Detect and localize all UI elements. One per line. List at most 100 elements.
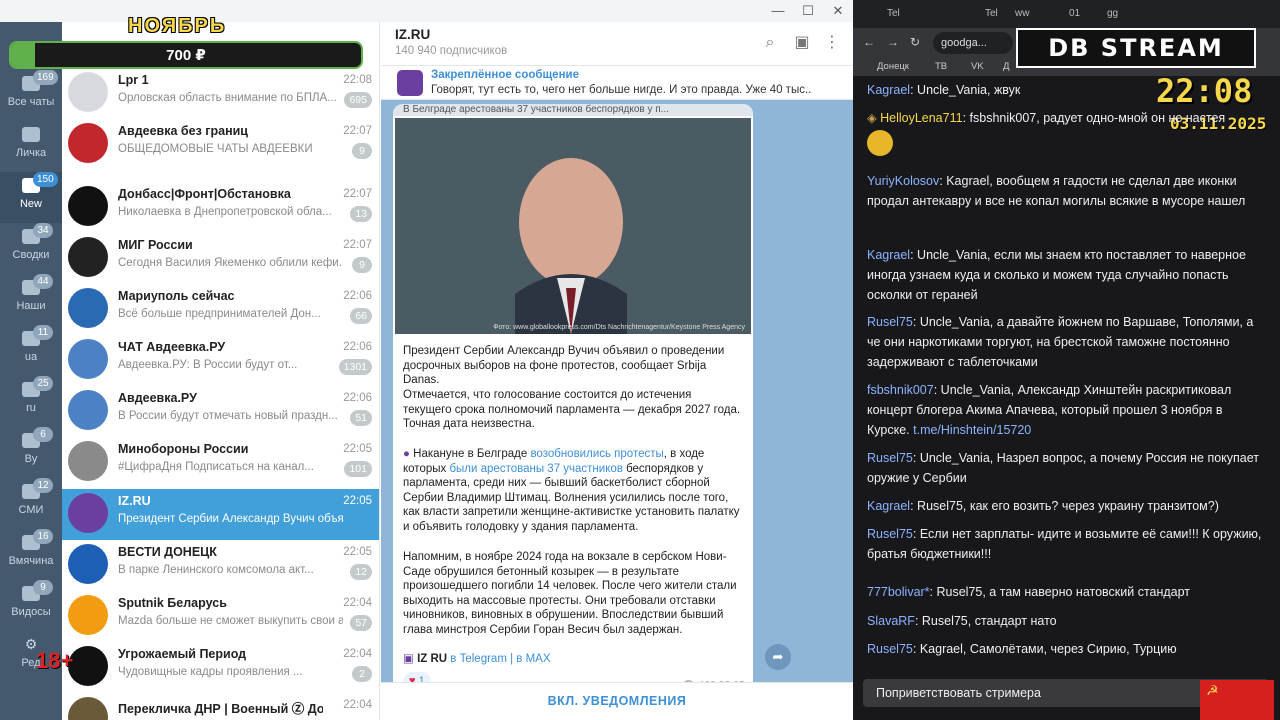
chat-username[interactable]: Rusel75	[867, 451, 913, 465]
browser-tab[interactable]: Tel	[883, 5, 900, 23]
chat-row[interactable]: Sputnik Беларусь 22:04 Mazda больше не с…	[62, 591, 379, 642]
folder-label: ru	[26, 402, 36, 414]
chat-row[interactable]: Lpr 1 22:08 Орловская область внимание п…	[62, 68, 379, 119]
sidebar-toggle-icon[interactable]: ▣	[793, 34, 811, 52]
back-icon[interactable]: ←	[863, 35, 875, 49]
chat-row[interactable]: Мариуполь сейчас 22:06 Всё больше предпр…	[62, 284, 379, 335]
folder-svodki[interactable]: 34 Сводки	[0, 223, 62, 274]
chat-name: Мариуполь сейчас	[118, 289, 235, 303]
message-bubble[interactable]: В Белграде арестованы 37 участников бесп…	[393, 104, 753, 696]
avatar	[68, 493, 108, 533]
folder-label: Вмячина	[8, 555, 54, 567]
folder-videos[interactable]: 9 Видосы	[0, 580, 62, 631]
chat-time: 22:05	[343, 443, 372, 455]
folder-ru[interactable]: 25 ru	[0, 376, 62, 427]
chat-row[interactable]: Донбасс|Фронт|Обстановка 22:07 Николаевк…	[62, 182, 379, 233]
bullet-dot: ●	[403, 448, 414, 460]
avatar	[68, 646, 108, 686]
stream-logo: DB STREAM	[1016, 28, 1256, 68]
chat-row[interactable]: ВЕСТИ ДОНЕЦК 22:05 В парке Ленинского ко…	[62, 540, 379, 591]
chat-username[interactable]: SlavaRF	[867, 614, 915, 628]
bookmark[interactable]: ТВ	[935, 61, 947, 72]
folder-nashi[interactable]: 44 Наши	[0, 274, 62, 325]
signature-links[interactable]: в Telegram | в MAX	[450, 653, 550, 665]
signature-name: IZ RU	[417, 653, 448, 665]
subscriber-count: 140 940 подписчиков	[395, 45, 508, 57]
chat-username[interactable]: 777bolivar*	[867, 585, 930, 599]
folder-smi[interactable]: 12 СМИ	[0, 478, 62, 529]
bookmark[interactable]: Донецк	[877, 61, 909, 72]
unread-badge: 51	[350, 410, 372, 426]
close-icon[interactable]: ✕	[828, 3, 848, 19]
chat-message: ◈ HelloyLena711: fsbshnik007, радует одн…	[867, 111, 1226, 125]
chat-username[interactable]: HelloyLena711	[880, 111, 962, 125]
forward-icon[interactable]: →	[887, 35, 899, 49]
notify-button[interactable]: ВКЛ. УВЕДОМЛЕНИЯ	[381, 694, 853, 708]
chat-username[interactable]: fsbshnik007	[867, 383, 934, 397]
chat-preview: Сегодня Василия Якеменко облили кефи...	[118, 257, 343, 269]
chat-username[interactable]: Kagrael	[867, 248, 910, 262]
chat-row[interactable]: Авдеевка.РУ 22:06 В России будут отмечат…	[62, 386, 379, 437]
folder-ua[interactable]: 11 ua	[0, 325, 62, 376]
chat-time: 22:04	[343, 648, 372, 660]
folder-label: Личка	[15, 147, 47, 159]
avatar	[68, 441, 108, 481]
chat-text: Uncle_Vania, жвук	[917, 83, 1021, 97]
message-photo[interactable]: Фото: www.globallookpress.com/Dts Nachri…	[395, 118, 751, 334]
chat-username[interactable]: Rusel75	[867, 527, 913, 541]
browser-tab[interactable]: Tel	[981, 5, 998, 23]
folder-by[interactable]: 6 By	[0, 427, 62, 478]
folder-all-chats[interactable]: 169 Все чаты	[0, 70, 62, 121]
chat-row[interactable]: Угрожаемый Период 22:04 Чудовищные кадры…	[62, 642, 379, 693]
bookmark[interactable]: Д	[1003, 61, 1009, 72]
folder-label: New	[19, 198, 42, 210]
pinned-title: Закреплённое сообщение	[431, 69, 579, 81]
unread-badge: 2	[352, 666, 372, 682]
chat-message: Rusel75: Kagrael, Самолётами, через Сири…	[867, 642, 1177, 656]
browser-tab[interactable]: gg	[1103, 5, 1118, 23]
folder-badge: 6	[33, 427, 53, 442]
notify-bar[interactable]: ВКЛ. УВЕДОМЛЕНИЯ	[381, 682, 853, 720]
chat-time: 22:05	[343, 546, 372, 558]
chat-row[interactable]: Перекличка ДНР | Военный Ⓩ Доне... 22:04	[62, 693, 379, 720]
chat-row[interactable]: МИГ России 22:07 Сегодня Василия Якеменк…	[62, 233, 379, 284]
search-icon[interactable]: ⌕	[761, 34, 779, 52]
channel-header[interactable]: IZ.RU 140 940 подписчиков ⌕ ▣ ⋮	[381, 22, 853, 66]
arrests-link[interactable]: были арестованы 37 участников	[449, 463, 622, 475]
chat-row[interactable]: ЧАТ Авдеевка.РУ 22:06 Авдеевка.РУ: В Рос…	[62, 335, 379, 386]
chat-link[interactable]: t.me/Hinshtein/15720	[913, 423, 1031, 437]
stream-logo-text: DB STREAM	[1048, 34, 1224, 62]
chat-username[interactable]: Kagrael	[867, 499, 910, 513]
badge-icon: ◈	[867, 111, 881, 125]
pinned-message[interactable]: Закреплённое сообщение Говорят, тут есть…	[381, 66, 853, 100]
chat-name: Перекличка ДНР | Военный Ⓩ Доне...	[118, 702, 323, 716]
folder-badge: 11	[33, 325, 53, 340]
share-button[interactable]: ➦	[765, 644, 791, 670]
reload-icon[interactable]: ↻	[910, 35, 920, 49]
url-field[interactable]: goodga...	[933, 32, 1013, 54]
message-paragraph: Напомним, в ноябре 2024 года на вокзале …	[403, 551, 737, 636]
avatar	[68, 123, 108, 163]
chat-username[interactable]: Rusel75	[867, 315, 913, 329]
folder-badge: 12	[33, 478, 53, 493]
avatar	[68, 697, 108, 720]
folder-vmyachina[interactable]: 16 Вмячина	[0, 529, 62, 580]
browser-tab[interactable]: ww	[1011, 5, 1029, 23]
maximize-icon[interactable]: ☐	[798, 3, 818, 19]
folder-personal[interactable]: Личка	[0, 121, 62, 172]
chat-message: Rusel75: Uncle_Vania, Назрел вопрос, а п…	[867, 451, 1260, 485]
minimize-icon[interactable]: —	[768, 3, 788, 19]
chat-username[interactable]: Kagrael	[867, 83, 910, 97]
browser-tab[interactable]: 01	[1065, 5, 1080, 23]
folder-new[interactable]: 150 New	[0, 172, 62, 223]
chat-username[interactable]: YuriyKolosov	[867, 174, 939, 188]
bookmark[interactable]: VK	[971, 61, 984, 72]
chat-row-active[interactable]: IZ.RU 22:05 Президент Сербии Александр В…	[62, 489, 379, 540]
donation-amount: 700 ₽	[166, 47, 206, 64]
chat-row[interactable]: Минобороны России 22:05 #ЦифраДня Подпис…	[62, 437, 379, 488]
chat-username[interactable]: Rusel75	[867, 642, 913, 656]
reply-text: В Белграде арестованы 37 участников бесп…	[403, 104, 670, 115]
chat-row[interactable]: Авдеевка без границ 22:07 ОБЩЕДОМОВЫЕ ЧА…	[62, 119, 379, 179]
more-icon[interactable]: ⋮	[823, 34, 841, 52]
protests-link[interactable]: возобновились протесты	[530, 448, 663, 460]
